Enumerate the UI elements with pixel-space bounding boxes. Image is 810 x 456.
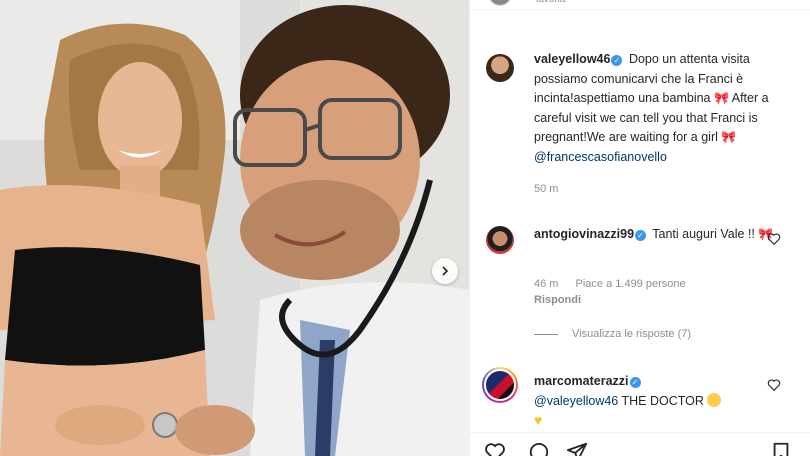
heart-icon[interactable]	[484, 441, 506, 456]
heart-icon[interactable]	[767, 378, 781, 392]
yellow-heart-emoji: ♥	[534, 412, 543, 428]
bow-emoji: 🎀	[714, 91, 729, 105]
bow-emoji: 🎀	[721, 130, 737, 144]
share-icon[interactable]	[566, 441, 588, 456]
chevron-right-icon	[442, 266, 449, 276]
post-image	[0, 0, 469, 456]
caption-mention[interactable]: @francescasofianovello	[534, 150, 667, 164]
comment: antogiovinazzi99 ✓ Tanti auguri Vale !! 🎀	[534, 225, 774, 245]
comment-time[interactable]: 46 m	[534, 278, 558, 290]
comment: marcomaterazzi ✓ @valeyellow46 THE DOCTOR…	[534, 372, 774, 432]
next-photo-button[interactable]	[432, 258, 458, 284]
post-photo[interactable]	[0, 0, 469, 456]
heart-icon[interactable]	[767, 232, 781, 246]
comment-actions: Rispondi	[534, 294, 595, 306]
avatar-valeyellow46[interactable]	[484, 52, 516, 84]
bookmark-icon[interactable]	[770, 441, 792, 456]
caption-username[interactable]: valeyellow46	[534, 52, 610, 66]
avatar-antogiovinazzi99[interactable]	[484, 224, 516, 256]
comment-icon[interactable]	[526, 441, 548, 456]
verified-icon: ✓	[611, 55, 623, 66]
cut-off-text: lavoria	[536, 0, 565, 5]
divider	[534, 333, 558, 335]
verified-icon: ✓	[629, 377, 641, 388]
comment-text: THE DOCTOR	[621, 393, 704, 408]
comment-mention[interactable]: @valeyellow46	[534, 394, 618, 408]
caption-time[interactable]: 50 m	[534, 183, 558, 195]
comment-likes[interactable]: Piace a 1.499 persone	[576, 278, 686, 290]
caption-meta: 50 m	[534, 183, 572, 195]
reply-button[interactable]: Rispondi	[534, 294, 581, 306]
laughing-emoji	[707, 392, 722, 407]
view-replies-label: Visualizza le risposte (7)	[572, 328, 692, 340]
comment-text: Tanti auguri Vale !!	[652, 227, 755, 241]
avatar-marcomaterazzi[interactable]	[482, 367, 518, 403]
caption: valeyellow46 ✓ Dopo un attenta visita pos…	[534, 50, 804, 167]
comments-panel: lavoria valeyellow46✓ Dopo un attenta vi…	[469, 0, 810, 456]
verified-icon: ✓	[635, 230, 647, 241]
comment-meta: 46 m Piace a 1.499 persone	[534, 278, 700, 290]
comment-username[interactable]: marcomaterazzi	[534, 374, 629, 388]
view-replies-button[interactable]: Visualizza le risposte (7)	[534, 328, 691, 340]
comment-username[interactable]: antogiovinazzi99	[534, 227, 634, 241]
previous-content-strip: lavoria	[470, 0, 810, 10]
action-bar	[470, 432, 810, 456]
avatar	[488, 0, 512, 6]
